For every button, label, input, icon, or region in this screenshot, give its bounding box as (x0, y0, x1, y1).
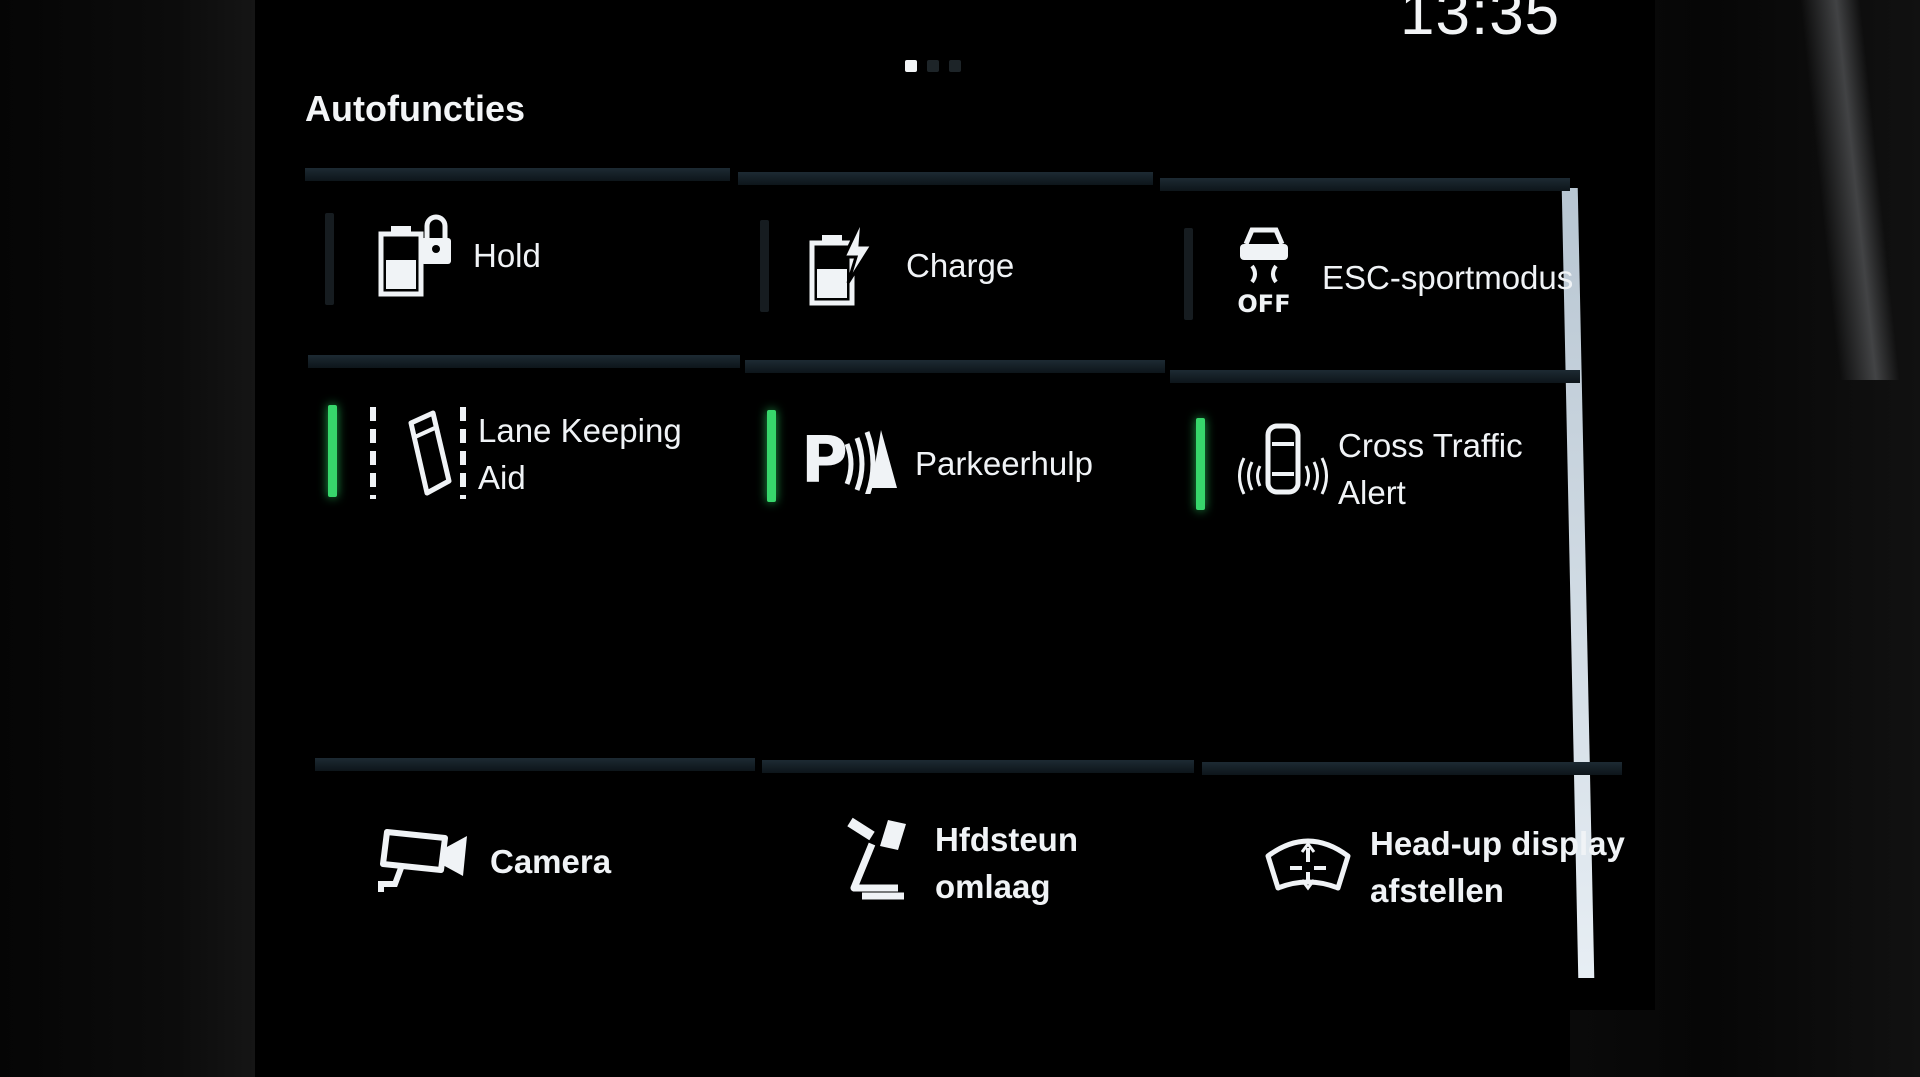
tile-label: Charge (906, 247, 1015, 284)
label-line-2: Aid (478, 459, 526, 496)
status-indicator (767, 410, 776, 502)
battery-hold-icon (378, 214, 451, 297)
hud-adjust-icon (1265, 838, 1351, 891)
battery-charge-icon (809, 218, 875, 306)
tile-label: Hfdsteun omlaag (935, 816, 1078, 910)
tile-separator (315, 758, 755, 771)
tile-label: Lane Keeping Aid (478, 407, 682, 501)
tile-lane-keeping-aid[interactable]: Lane Keeping Aid (308, 355, 740, 535)
tile-separator (308, 355, 740, 368)
tile-cross-traffic-alert[interactable]: Cross Traffic Alert (1170, 370, 1580, 550)
page-indicator (905, 60, 961, 72)
tile-label: Head-up display afstellen (1370, 820, 1625, 914)
status-indicator (328, 405, 337, 497)
tile-label: Cross Traffic Alert (1338, 422, 1523, 516)
page-dot-2[interactable] (927, 60, 939, 72)
tile-label: Parkeerhulp (915, 445, 1093, 482)
page-dot-3[interactable] (949, 60, 961, 72)
status-indicator (1184, 228, 1193, 320)
label-line-1: Cross Traffic (1338, 427, 1523, 464)
tile-parkeerhulp[interactable]: P Parkeerhulp (745, 360, 1165, 540)
esc-off-text: OFF (1237, 290, 1290, 318)
tile-separator (305, 168, 730, 181)
tile-separator (1160, 178, 1570, 191)
label-line-2: Alert (1338, 474, 1406, 511)
tile-headrest-down[interactable]: Hfdsteun omlaag (762, 760, 1194, 960)
label-line-1: Head-up display (1370, 825, 1625, 862)
label-line-2: omlaag (935, 868, 1051, 905)
label-line-2: afstellen (1370, 872, 1504, 909)
tile-separator (762, 760, 1194, 773)
esc-off-icon: OFF (1237, 227, 1291, 318)
tile-camera[interactable]: Camera (315, 758, 755, 958)
cross-traffic-icon (1238, 423, 1328, 495)
bezel-reflection (1800, 0, 1900, 380)
label-line-1: Hfdsteun (935, 821, 1078, 858)
status-indicator (325, 213, 334, 305)
tile-hold[interactable]: Hold (305, 168, 730, 353)
status-clock: 13:35 (1400, 0, 1561, 48)
tile-separator (738, 172, 1153, 185)
tile-label: ESC-sportmodus (1322, 259, 1574, 296)
status-indicator (1196, 418, 1205, 510)
status-indicator (760, 220, 769, 312)
seat-headrest-icon (847, 817, 906, 900)
camera-icon (378, 829, 467, 892)
page-title: Autofuncties (305, 88, 525, 129)
tile-label: Camera (490, 843, 612, 880)
lane-keeping-icon (370, 407, 466, 499)
page-dot-1[interactable] (905, 60, 917, 72)
tile-esc-sport[interactable]: OFF ESC-sportmodus (1160, 178, 1574, 363)
tile-charge[interactable]: Charge (738, 172, 1153, 357)
park-assist-icon: P (801, 424, 897, 494)
tile-head-up-display[interactable]: Head-up display afstellen (1202, 762, 1625, 962)
tile-label: Hold (473, 237, 541, 274)
tile-separator (1170, 370, 1580, 383)
display-bezel-left (0, 0, 255, 1077)
park-p-text: P (801, 424, 848, 494)
tile-separator (745, 360, 1165, 373)
label-line-1: Lane Keeping (478, 412, 682, 449)
tile-separator (1202, 762, 1622, 775)
